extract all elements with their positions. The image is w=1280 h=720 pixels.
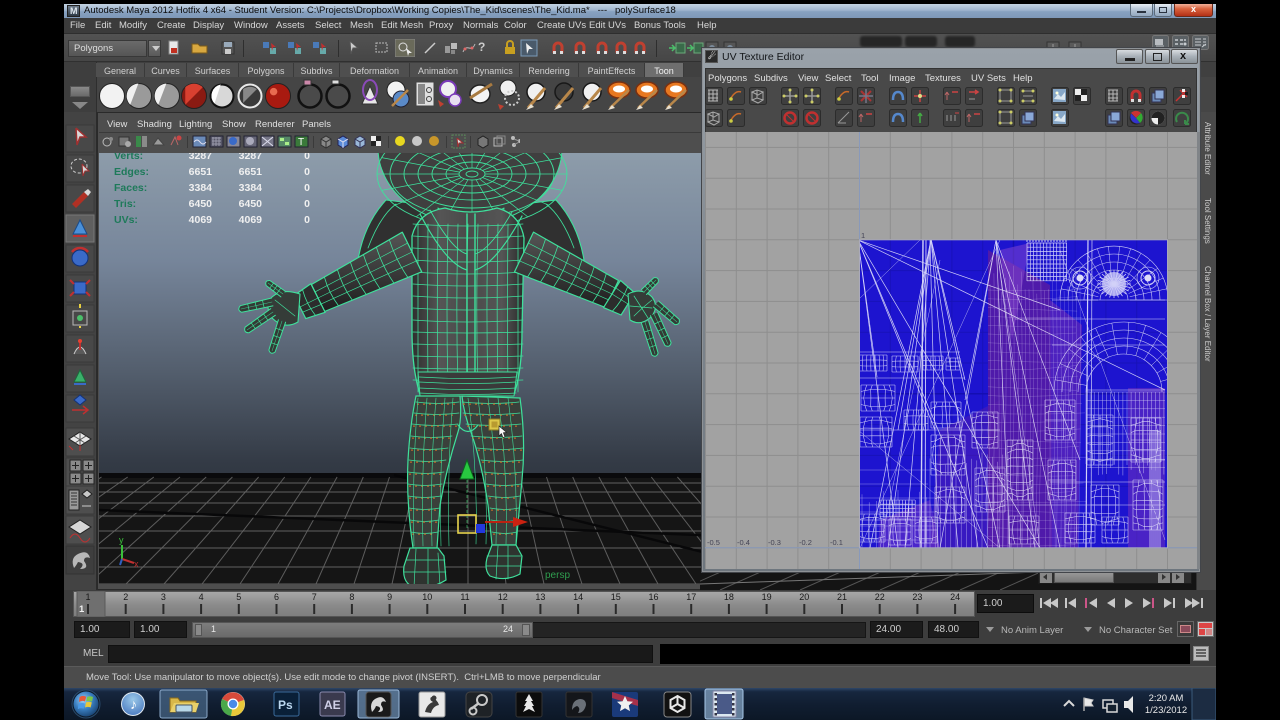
svg-text:-0.4: -0.4 <box>737 538 750 547</box>
svg-text:AE: AE <box>324 698 341 712</box>
svg-text:-0.5: -0.5 <box>707 538 720 547</box>
svg-text:0: 0 <box>304 198 310 210</box>
svg-text:2: 2 <box>123 592 128 602</box>
svg-text:1: 1 <box>861 231 865 240</box>
svg-text:Edges:: Edges: <box>114 166 149 178</box>
svg-text:0: 0 <box>304 166 310 178</box>
svg-text:-0.1: -0.1 <box>830 538 843 547</box>
svg-text:5: 5 <box>236 592 241 602</box>
svg-text:4069: 4069 <box>189 214 213 226</box>
svg-text:3287: 3287 <box>189 153 213 162</box>
svg-text:19: 19 <box>762 592 772 602</box>
svg-text:8: 8 <box>349 592 354 602</box>
svg-text:Faces:: Faces: <box>114 182 147 194</box>
svg-text:1/23/2012: 1/23/2012 <box>1145 705 1187 716</box>
svg-text:persp: persp <box>545 570 570 581</box>
svg-text:14: 14 <box>573 592 583 602</box>
svg-text:-0.2: -0.2 <box>799 538 812 547</box>
svg-text:9: 9 <box>387 592 392 602</box>
svg-text:Verts:: Verts: <box>114 153 143 162</box>
svg-text:0: 0 <box>304 153 310 162</box>
svg-text:21: 21 <box>837 592 847 602</box>
svg-text:3384: 3384 <box>189 182 213 194</box>
svg-text:1: 1 <box>85 592 90 602</box>
svg-text:4069: 4069 <box>239 214 263 226</box>
svg-text:13: 13 <box>535 592 545 602</box>
svg-text:x: x <box>134 559 139 569</box>
svg-text:6450: 6450 <box>189 198 213 210</box>
svg-text:23: 23 <box>912 592 922 602</box>
svg-text:22: 22 <box>875 592 885 602</box>
svg-text:24: 24 <box>950 592 960 602</box>
svg-text:12: 12 <box>498 592 508 602</box>
svg-text:7: 7 <box>312 592 317 602</box>
svg-text:0: 0 <box>304 214 310 226</box>
svg-text:4: 4 <box>199 592 204 602</box>
svg-text:10: 10 <box>422 592 432 602</box>
svg-text:3287: 3287 <box>239 153 263 162</box>
svg-text:y: y <box>119 535 124 545</box>
svg-text:6651: 6651 <box>189 166 213 178</box>
svg-text:-0.3: -0.3 <box>768 538 781 547</box>
svg-text:15: 15 <box>611 592 621 602</box>
svg-text:T: T <box>298 137 304 148</box>
svg-text:0: 0 <box>304 182 310 194</box>
svg-text:18: 18 <box>724 592 734 602</box>
svg-text:2:20 AM: 2:20 AM <box>1149 693 1184 704</box>
svg-text:6: 6 <box>274 592 279 602</box>
svg-text:3: 3 <box>161 592 166 602</box>
svg-text:1: 1 <box>79 604 85 615</box>
svg-text:11: 11 <box>460 592 469 602</box>
svg-text:Tris:: Tris: <box>114 198 136 210</box>
svg-text:♪: ♪ <box>130 698 137 713</box>
svg-text:3384: 3384 <box>239 182 263 194</box>
svg-text:17: 17 <box>686 592 696 602</box>
svg-text:20: 20 <box>799 592 809 602</box>
svg-text:6450: 6450 <box>239 198 263 210</box>
svg-text:Ps: Ps <box>278 698 293 712</box>
svg-text:6651: 6651 <box>239 166 263 178</box>
svg-text:UVs:: UVs: <box>114 214 138 226</box>
svg-text:16: 16 <box>648 592 658 602</box>
